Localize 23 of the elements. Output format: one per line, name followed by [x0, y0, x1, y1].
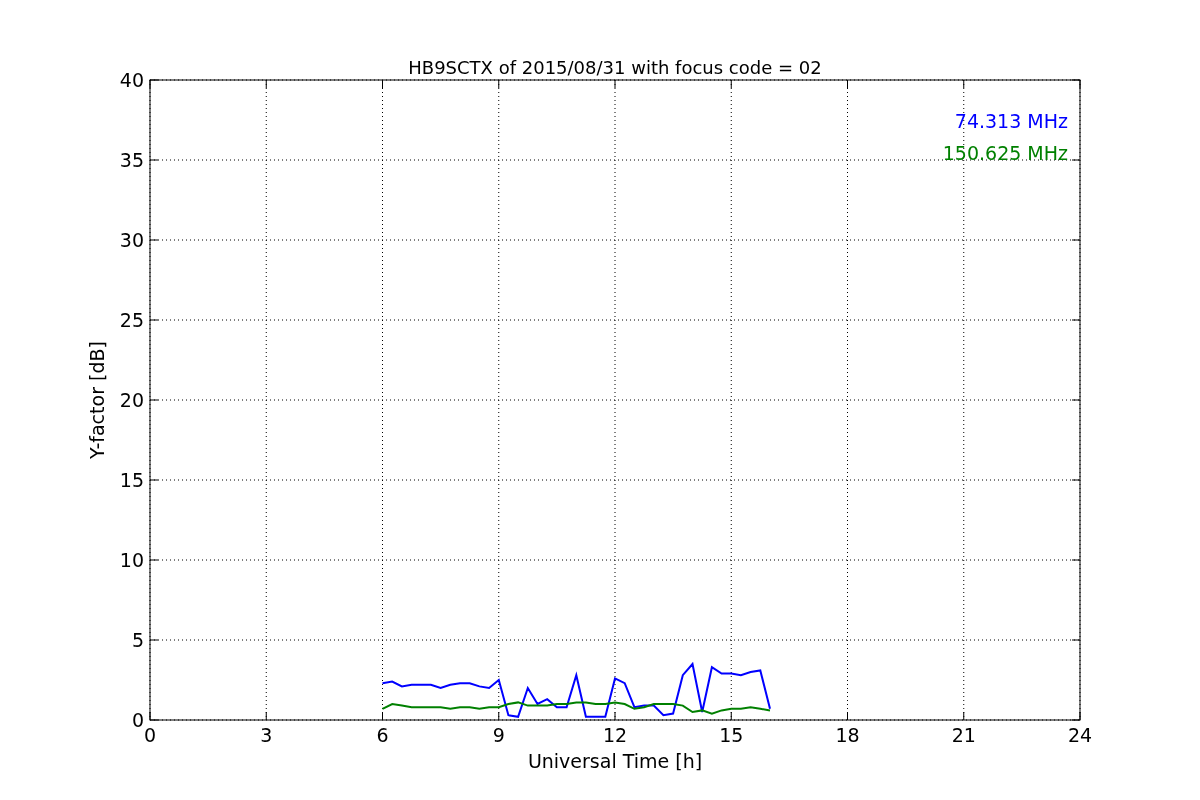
- tick-label: 40: [119, 69, 144, 91]
- tick-label: 0: [131, 709, 144, 731]
- tick-label: 15: [719, 724, 744, 746]
- tick-label: 3: [260, 724, 273, 746]
- tick-label: 24: [1067, 724, 1093, 746]
- tick-label: 6: [376, 724, 389, 746]
- tick-label: 20: [119, 389, 144, 411]
- tick-label: 35: [119, 149, 144, 171]
- axis-label: Y-factor [dB]: [86, 341, 108, 459]
- tick-label: 9: [492, 724, 505, 746]
- legend-label: 150.625 MHz: [942, 142, 1068, 164]
- tick-label: 12: [602, 724, 628, 746]
- tick-label: 30: [119, 229, 144, 251]
- tick-label: 10: [119, 549, 144, 571]
- axis-label: Universal Time [h]: [527, 750, 703, 772]
- tick-label: 25: [119, 309, 144, 331]
- legend-label: 74.313 MHz: [954, 110, 1068, 132]
- tick-label: 18: [835, 724, 860, 746]
- tick-label: 15: [119, 469, 144, 491]
- chart-title: HB9SCTX of 2015/08/31 with focus code = 02: [408, 57, 822, 78]
- tick-label: 5: [131, 629, 144, 651]
- tick-label: 21: [951, 724, 976, 746]
- tick-label: 0: [143, 724, 157, 746]
